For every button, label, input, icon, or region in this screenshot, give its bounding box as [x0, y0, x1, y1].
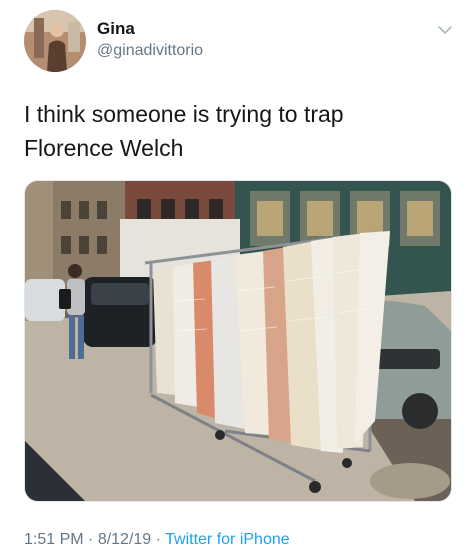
- tweet-photo[interactable]: [24, 180, 452, 502]
- tweet-text-line: I think someone is trying to trap: [24, 101, 344, 127]
- author-name[interactable]: Gina: [97, 19, 135, 39]
- avatar[interactable]: [24, 10, 86, 72]
- tweet-date[interactable]: 8/12/19: [98, 531, 151, 548]
- meta-separator: ·: [151, 531, 166, 548]
- author-handle[interactable]: @ginadivittorio: [97, 42, 203, 60]
- meta-separator: ·: [83, 531, 98, 548]
- tweet-meta: 1:51 PM · 8/12/19 · Twitter for iPhone: [24, 531, 290, 549]
- tweet-source-link[interactable]: Twitter for iPhone: [165, 531, 290, 548]
- tweet-text-line: Florence Welch: [24, 135, 184, 161]
- tweet-time[interactable]: 1:51 PM: [24, 531, 84, 548]
- chevron-down-icon[interactable]: [437, 24, 453, 36]
- street-photo: [25, 181, 451, 501]
- avatar-photo: [24, 10, 86, 72]
- tweet-text: I think someone is trying to trap Floren…: [24, 97, 454, 165]
